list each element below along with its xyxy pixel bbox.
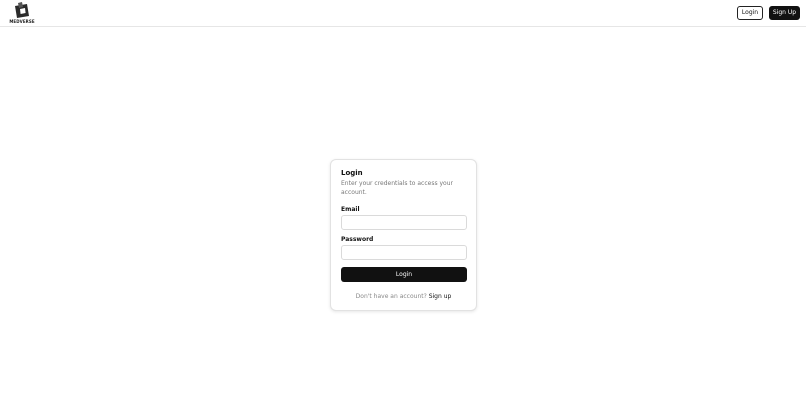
logo-icon <box>15 2 29 18</box>
top-navbar: MEDVERSE Login Sign Up <box>0 0 806 27</box>
logo-text: MEDVERSE <box>9 19 35 24</box>
password-field[interactable] <box>341 245 467 260</box>
login-title: Login <box>341 169 363 177</box>
header-login-button[interactable]: Login <box>737 6 763 20</box>
login-card: Login Enter your credentials to access y… <box>330 159 477 311</box>
header-signup-button[interactable]: Sign Up <box>769 6 800 20</box>
medverse-logo[interactable]: MEDVERSE <box>9 2 35 24</box>
signup-prompt: Don't have an account? Sign up <box>331 293 476 300</box>
password-label: Password <box>341 236 374 243</box>
login-submit-button[interactable]: Login <box>341 267 467 282</box>
signup-link[interactable]: Sign up <box>429 293 452 300</box>
login-description: Enter your credentials to access your ac… <box>341 180 453 196</box>
email-label: Email <box>341 206 360 213</box>
email-field[interactable] <box>341 215 467 230</box>
no-account-text: Don't have an account? <box>355 293 427 300</box>
